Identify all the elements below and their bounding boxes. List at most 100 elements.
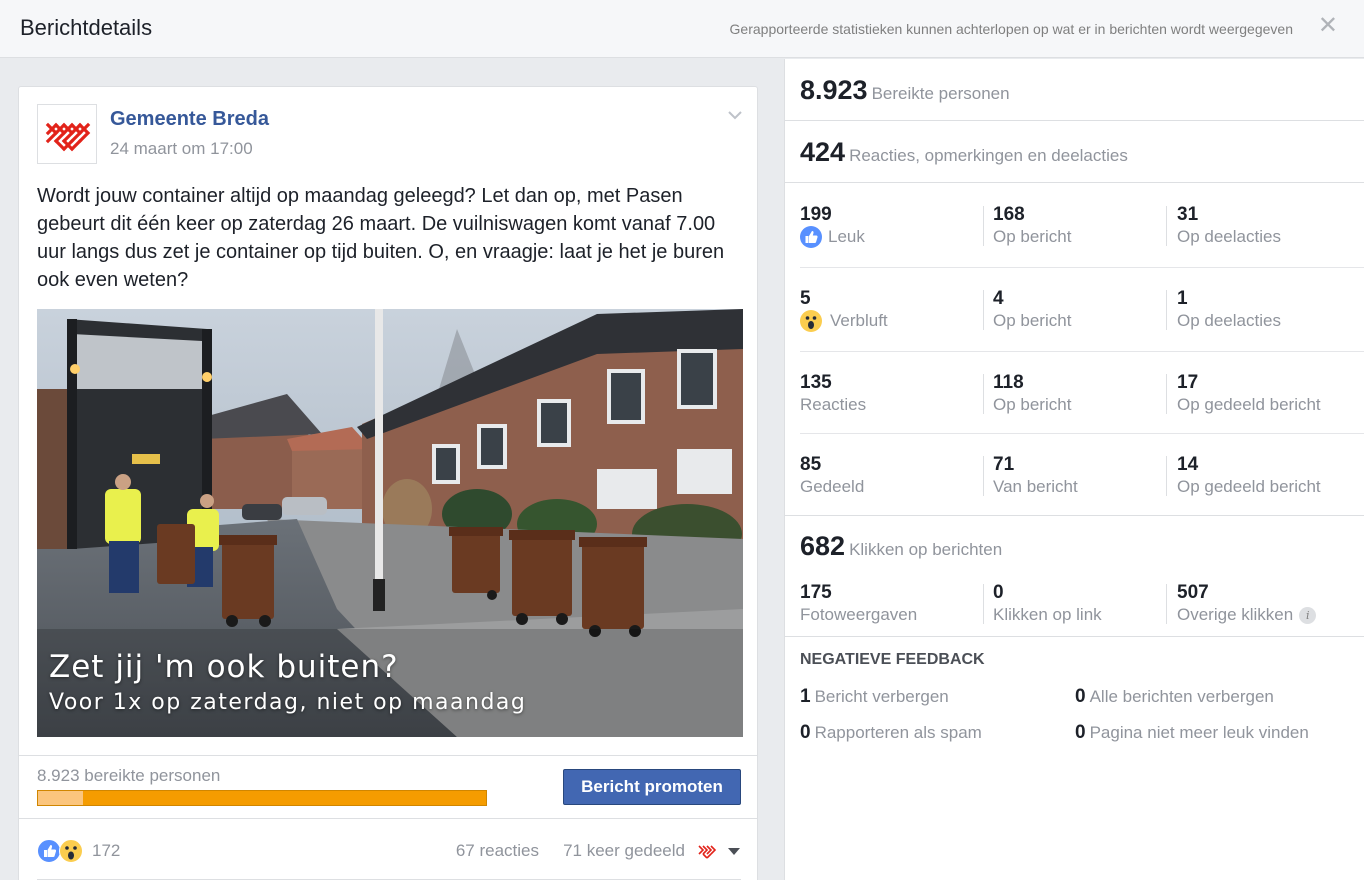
image-caption-line2: Voor 1x op zaterdag, niet op maandag <box>49 690 527 715</box>
breda-logo-icon <box>45 122 91 152</box>
divider <box>983 374 984 414</box>
stat-label: Op gedeeld bericht <box>1177 395 1321 414</box>
stat-value: 0 <box>1075 686 1086 707</box>
stat-label: Overige klikken <box>1177 605 1294 624</box>
divider <box>983 456 984 496</box>
stat-value: 175 <box>800 582 832 603</box>
stat-label: Reacties <box>800 395 867 414</box>
post-preview-pane: Gemeente Breda 24 maart om 17:00 Wordt j… <box>0 59 784 880</box>
reaction-icons[interactable] <box>37 839 87 863</box>
link-clicks: 0 Klikken op link <box>993 582 1102 626</box>
close-icon[interactable]: ✕ <box>1318 14 1338 38</box>
shares-from-post: 71 Van bericht <box>993 454 1078 498</box>
report-spam-stat: 0 Rapporteren als spam <box>800 722 982 744</box>
unlike-page-stat: 0 Pagina niet meer leuk vinden <box>1075 722 1309 744</box>
wow-icon <box>800 310 822 332</box>
stat-label: Op bericht <box>993 227 1072 246</box>
other-clicks: 507 Overige klikken i <box>1177 582 1317 626</box>
wow-on-post: 4 Op bericht <box>993 288 1071 332</box>
engagement-stat: 424 Reacties, opmerkingen en deelacties <box>800 137 1128 168</box>
stat-value: 17 <box>1177 372 1199 393</box>
reach-label: Bereikte personen <box>871 84 1010 103</box>
stat-value: 71 <box>993 454 1015 475</box>
divider <box>800 267 1364 268</box>
reach-summary: 8.923 bereikte personen <box>37 766 221 785</box>
divider <box>983 584 984 624</box>
stat-label: Op deelacties <box>1177 227 1281 246</box>
shares-count[interactable]: 71 keer gedeeld <box>563 841 685 861</box>
divider <box>785 636 1364 637</box>
stat-value: 31 <box>1177 204 1199 225</box>
negative-feedback-title: NEGATIEVE FEEDBACK <box>800 651 985 668</box>
engagement-value: 424 <box>800 137 846 167</box>
stat-label: Pagina niet meer leuk vinden <box>1089 723 1309 742</box>
dialog-title: Berichtdetails <box>20 15 153 40</box>
stat-label: Op bericht <box>993 395 1072 414</box>
divider <box>785 515 1364 516</box>
stat-value: 1 <box>800 686 811 707</box>
hide-all-posts-stat: 0 Alle berichten verbergen <box>1075 686 1274 708</box>
stat-value: 4 <box>993 288 1004 309</box>
shares-on-shared: 14 Op gedeeld bericht <box>1177 454 1321 498</box>
chevron-down-icon[interactable] <box>727 107 743 123</box>
hide-post-stat: 1 Bericht verbergen <box>800 686 949 708</box>
stat-label: Fotoweergaven <box>800 605 918 624</box>
likes-on-post: 168 Op bericht <box>993 204 1071 248</box>
clicks-label: Klikken op berichten <box>849 540 1003 559</box>
post-timestamp[interactable]: 24 maart om 17:00 <box>110 139 253 159</box>
post-insights-pane: 8.923 Bereikte personen 424 Reacties, opme… <box>784 59 1364 880</box>
likes-value: 199 <box>800 204 832 225</box>
stat-label: Op gedeeld bericht <box>1177 477 1321 496</box>
divider <box>983 290 984 330</box>
wow-label-group: Verbluft <box>800 310 888 332</box>
divider <box>1166 206 1167 246</box>
divider <box>785 182 1364 183</box>
stat-label: Van bericht <box>993 477 1078 496</box>
likes-label: Leuk <box>828 227 865 246</box>
stat-label: Bericht verbergen <box>814 687 949 706</box>
page-selector-icon[interactable] <box>697 842 719 860</box>
stat-label: Gedeeld <box>800 477 865 496</box>
like-icon <box>800 226 822 248</box>
stat-value: 507 <box>1177 582 1209 603</box>
divider <box>19 818 757 819</box>
wow-value: 5 <box>800 288 811 309</box>
photo-views: 175 Fotoweergaven <box>800 582 917 626</box>
comments-on-shared: 17 Op gedeeld bericht <box>1177 372 1321 416</box>
divider <box>800 351 1364 352</box>
comments-count[interactable]: 67 reacties <box>456 841 539 861</box>
divider <box>1166 374 1167 414</box>
reactions-count[interactable]: 172 <box>92 841 120 861</box>
info-icon[interactable]: i <box>1299 607 1317 625</box>
divider <box>1166 456 1167 496</box>
promote-post-button[interactable]: Bericht promoten <box>563 769 741 805</box>
divider <box>800 433 1364 434</box>
reach-stat: 8.923 Bereikte personen <box>800 75 1010 106</box>
image-caption-line1: Zet jij 'm ook buiten? <box>49 649 399 685</box>
reach-organic-fill <box>38 791 83 805</box>
clicks-stat: 682 Klikken op berichten <box>800 531 1002 562</box>
stat-value: 1 <box>1177 288 1188 309</box>
stat-value: 0 <box>1075 722 1086 743</box>
stat-label: Klikken op link <box>993 605 1102 624</box>
stat-value: 0 <box>800 722 811 743</box>
comments-total: 135 Reacties <box>800 372 866 416</box>
stat-value: 118 <box>993 372 1024 393</box>
wow-on-shares: 1 Op deelacties <box>1177 288 1281 332</box>
wow-label: Verbluft <box>830 311 888 330</box>
stat-value: 0 <box>993 582 1004 603</box>
divider <box>785 120 1364 121</box>
stat-label: Rapporteren als spam <box>814 723 982 742</box>
post-text: Wordt jouw container altijd op maandag g… <box>37 185 725 291</box>
wow-total: 5 Verbluft <box>800 288 888 332</box>
caret-down-icon[interactable] <box>728 848 740 855</box>
post-photo[interactable]: Zet jij 'm ook buiten? Voor 1x op zaterd… <box>37 309 743 737</box>
other-clicks-label-group: Overige klikken i <box>1177 604 1317 626</box>
stat-value: 168 <box>993 204 1025 225</box>
stat-label: Alle berichten verbergen <box>1089 687 1274 706</box>
stat-value: 135 <box>800 372 832 393</box>
page-name-link[interactable]: Gemeente Breda <box>110 108 269 131</box>
stat-label: Op deelacties <box>1177 311 1281 330</box>
page-avatar[interactable] <box>37 104 97 164</box>
divider <box>1166 584 1167 624</box>
